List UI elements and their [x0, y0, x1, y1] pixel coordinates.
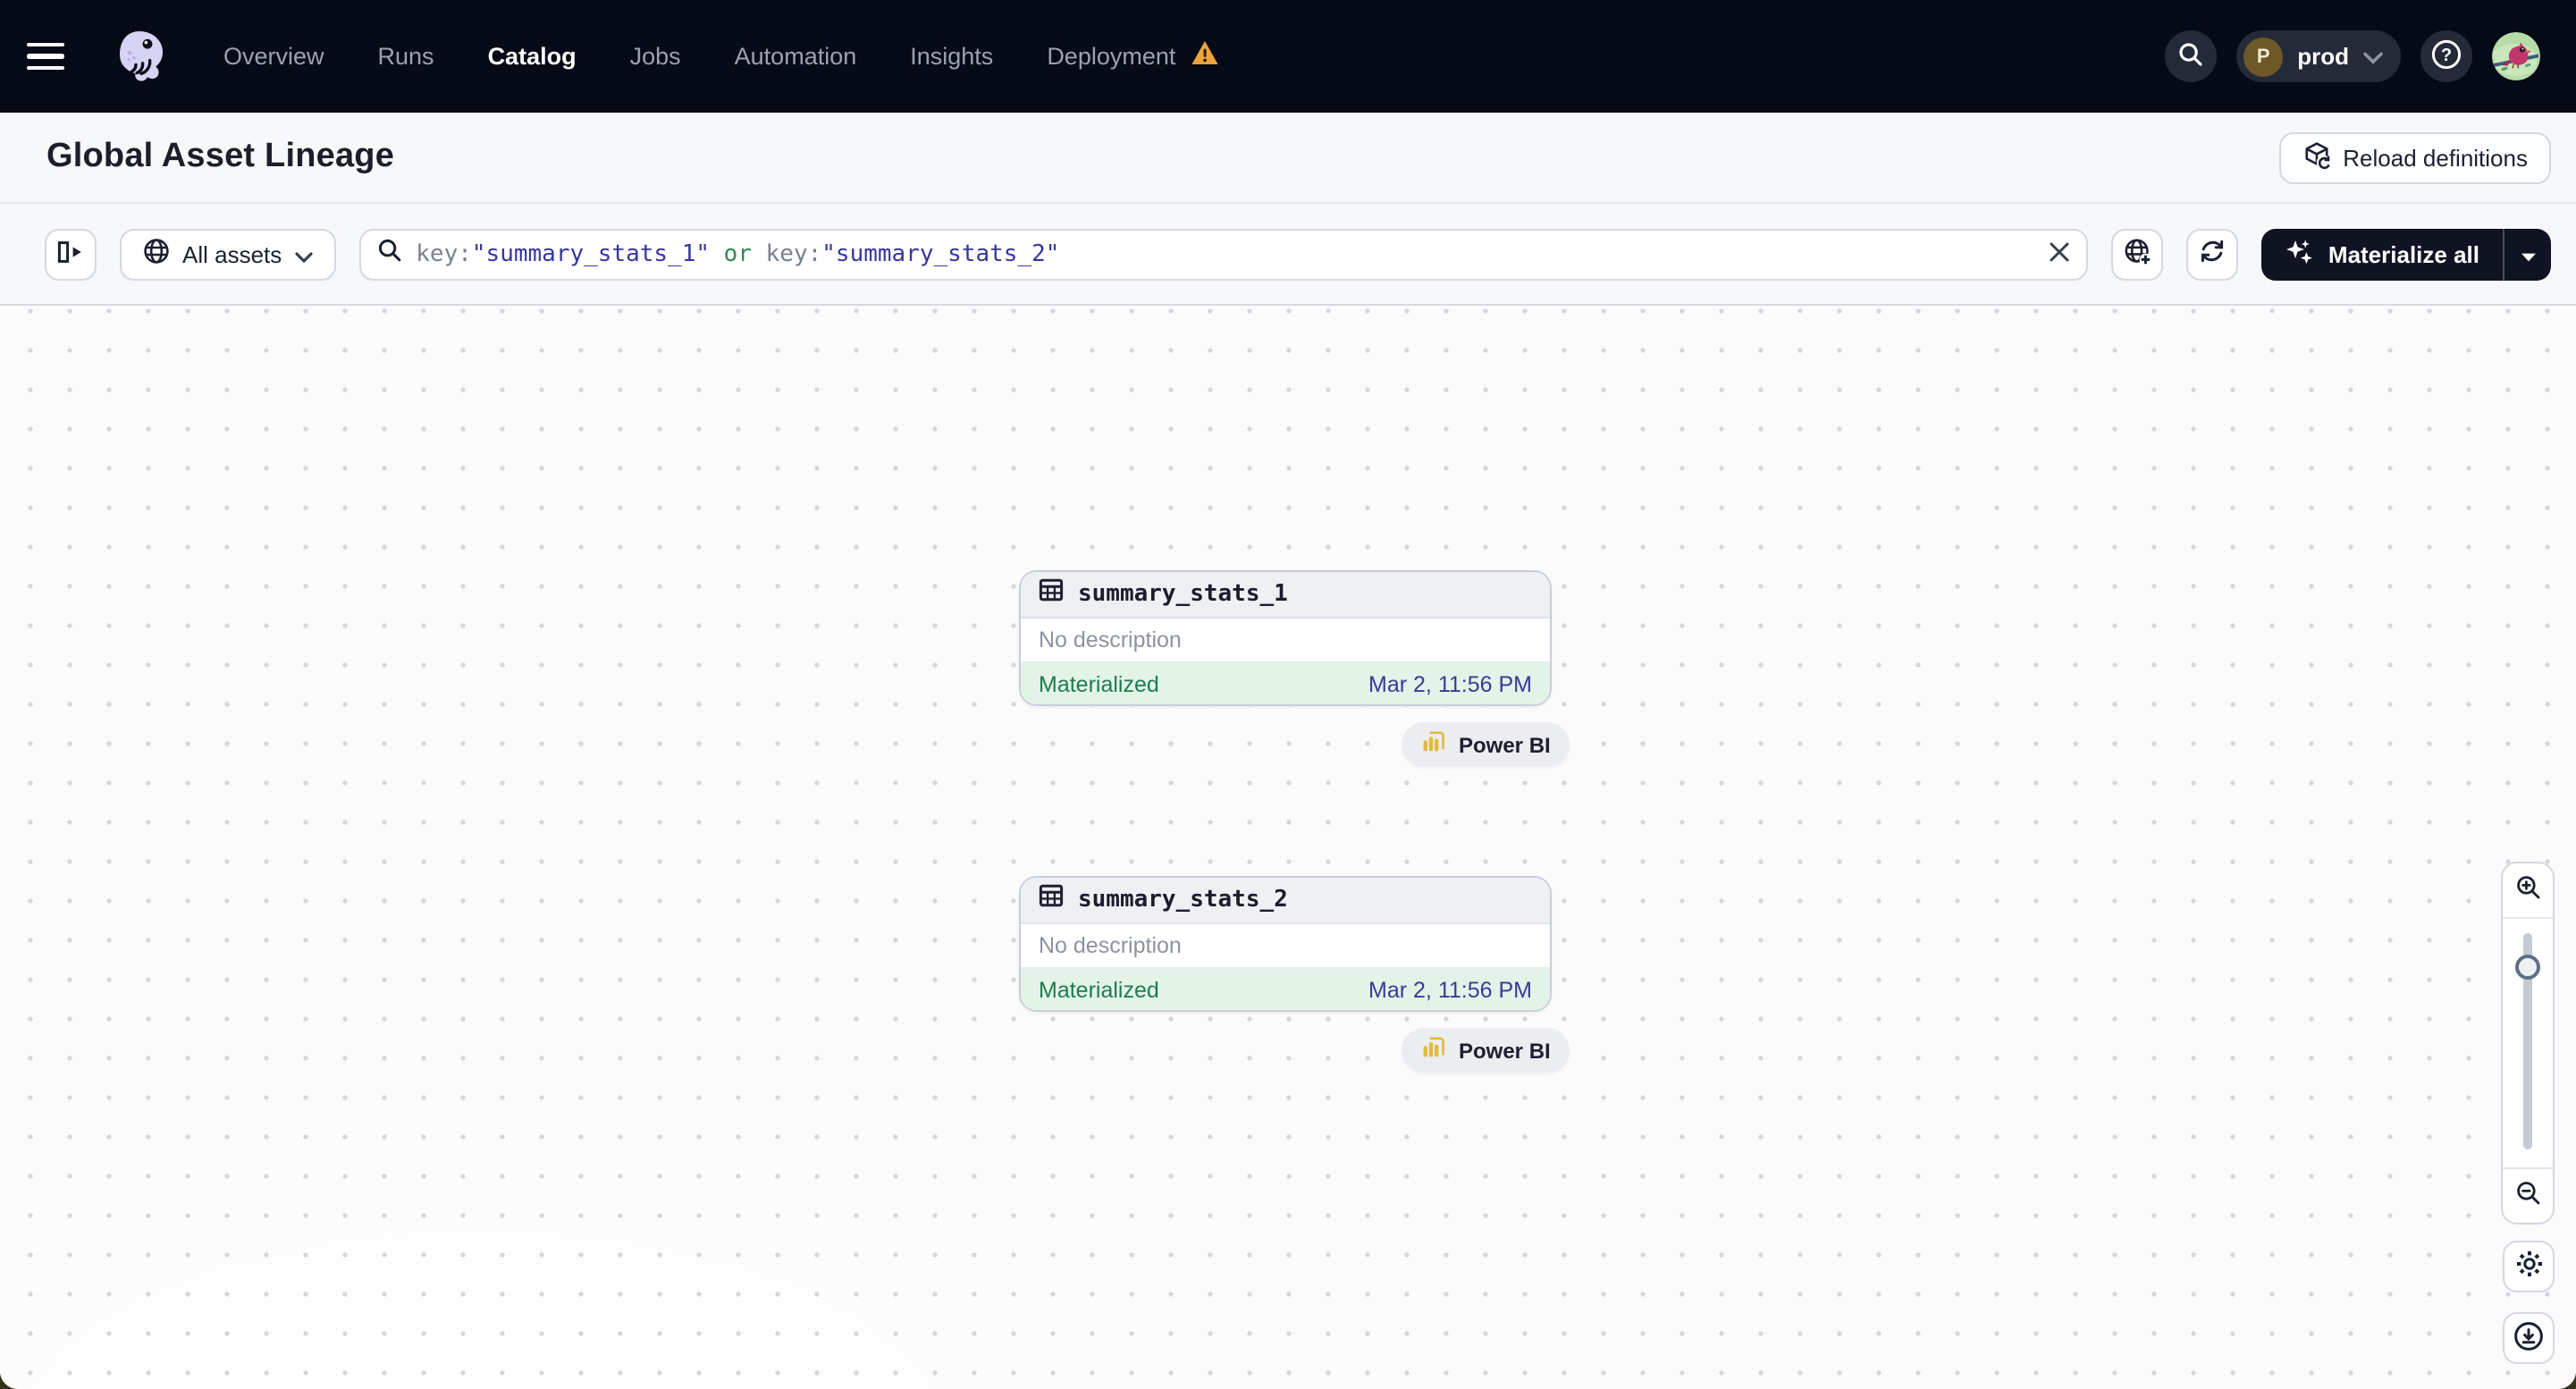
table-icon: [1039, 883, 1064, 917]
materialize-all-label: Materialize all: [2328, 240, 2479, 267]
materialize-all-split-button: Materialize all: [2261, 228, 2551, 280]
reload-cube-icon: [2302, 140, 2330, 174]
magnifier-icon: [376, 237, 401, 271]
deployment-switcher[interactable]: P prod: [2236, 30, 2401, 82]
chevron-down-icon: [2363, 43, 2383, 70]
asset-node-summary-stats-2[interactable]: summary_stats_2 No description Materiali…: [1019, 876, 1552, 1012]
page-title: Global Asset Lineage: [46, 138, 395, 175]
asset-name: summary_stats_2: [1078, 887, 1288, 913]
help-button[interactable]: ?: [2420, 30, 2472, 82]
globe-icon: [143, 238, 170, 270]
zoom-slider-handle[interactable]: [2515, 955, 2540, 980]
toggle-asset-panel-button[interactable]: [45, 228, 97, 280]
nav-right-cluster: P prod ?: [2165, 30, 2540, 82]
lineage-settings-button[interactable]: [2503, 1241, 2555, 1292]
asset-node-header: summary_stats_2: [1021, 878, 1550, 924]
svg-text:?: ?: [2441, 45, 2452, 64]
chevron-down-icon: [294, 240, 312, 267]
help-icon: ?: [2431, 38, 2462, 74]
nav-automation[interactable]: Automation: [735, 43, 857, 70]
asset-description: No description: [1021, 924, 1550, 969]
asset-filter-label: All assets: [182, 240, 282, 267]
nav-catalog[interactable]: Catalog: [488, 43, 577, 70]
materialization-timestamp[interactable]: Mar 2, 11:56 PM: [1368, 977, 1532, 1002]
reload-definitions-label: Reload definitions: [2343, 144, 2528, 171]
download-image-button[interactable]: [2503, 1312, 2555, 1364]
download-icon: [2513, 1320, 2544, 1356]
asset-node-summary-stats-1[interactable]: summary_stats_1 No description Materiali…: [1019, 570, 1552, 706]
asset-description: No description: [1021, 619, 1550, 663]
zoom-slider[interactable]: [2503, 917, 2553, 1169]
clear-search-button[interactable]: [2050, 240, 2071, 267]
gear-icon: [2514, 1250, 2543, 1284]
create-catalog-view-button[interactable]: [2111, 228, 2164, 280]
deployment-name: prod: [2297, 43, 2349, 70]
nav-insights[interactable]: Insights: [910, 43, 993, 70]
zoom-out-button[interactable]: [2503, 1169, 2553, 1223]
powerbi-tag-label: Power BI: [1459, 1038, 1551, 1063]
powerbi-tag-label: Power BI: [1459, 732, 1551, 757]
panel-toggle-icon: [57, 239, 84, 269]
lineage-toolbar: All assets key:"summary_stats_1" or key:…: [0, 204, 2576, 306]
materialize-options-caret[interactable]: [2503, 228, 2551, 280]
materialization-timestamp[interactable]: Mar 2, 11:56 PM: [1368, 671, 1532, 696]
status-badge: Materialized: [1039, 977, 1159, 1002]
powerbi-icon: [1421, 729, 1446, 760]
search-button[interactable]: [2165, 30, 2218, 82]
browser-viewport: Overview Runs Catalog Jobs Automation In…: [0, 0, 2576, 1389]
dagster-logo[interactable]: [109, 26, 170, 87]
zoom-in-icon: [2514, 874, 2541, 906]
primary-nav: Overview Runs Catalog Jobs Automation In…: [223, 38, 1218, 74]
materialize-all-button[interactable]: Materialize all: [2262, 228, 2503, 280]
asset-status-row: Materialized Mar 2, 11:56 PM: [1021, 663, 1550, 704]
asset-status-row: Materialized Mar 2, 11:56 PM: [1021, 969, 1550, 1010]
refresh-icon: [2200, 238, 2227, 270]
asset-name: summary_stats_1: [1078, 581, 1288, 608]
search-icon: [2177, 40, 2204, 72]
zoom-controls: [2501, 862, 2555, 1225]
lineage-canvas[interactable]: summary_stats_1 No description Materiali…: [0, 306, 2576, 1389]
deployment-initial-badge: P: [2243, 37, 2284, 76]
zoom-out-icon: [2514, 1180, 2541, 1212]
nav-runs[interactable]: Runs: [378, 43, 434, 70]
globe-add-icon: [2124, 237, 2152, 271]
hamburger-icon: [27, 42, 64, 47]
nav-deployment[interactable]: Deployment: [1047, 38, 1218, 74]
refresh-button[interactable]: [2186, 228, 2239, 280]
asset-node-header: summary_stats_1: [1021, 572, 1550, 619]
zoom-in-button[interactable]: [2503, 863, 2553, 917]
caret-down-icon: [2520, 240, 2536, 267]
asset-filter-dropdown[interactable]: All assets: [120, 228, 336, 280]
hamburger-menu-button[interactable]: [27, 26, 88, 87]
user-avatar[interactable]: [2492, 32, 2540, 80]
status-badge: Materialized: [1039, 671, 1159, 696]
search-query: key:"summary_stats_1" or key:"summary_st…: [416, 240, 1060, 267]
nav-jobs[interactable]: Jobs: [630, 43, 681, 70]
reload-definitions-button[interactable]: Reload definitions: [2278, 131, 2551, 183]
dagster-app: Overview Runs Catalog Jobs Automation In…: [0, 0, 2576, 1389]
clear-icon: [2050, 240, 2071, 267]
powerbi-tag-1[interactable]: Power BI: [1402, 722, 1570, 767]
powerbi-tag-2[interactable]: Power BI: [1402, 1028, 1570, 1073]
asset-search-input[interactable]: key:"summary_stats_1" or key:"summary_st…: [358, 228, 2089, 280]
table-icon: [1039, 577, 1064, 611]
top-nav: Overview Runs Catalog Jobs Automation In…: [0, 0, 2576, 113]
powerbi-icon: [1421, 1035, 1446, 1065]
sparkles-icon: [2286, 237, 2314, 271]
warning-icon: [1190, 38, 1218, 74]
nav-overview[interactable]: Overview: [223, 43, 324, 70]
page-header: Global Asset Lineage Reload definitions: [0, 113, 2576, 204]
